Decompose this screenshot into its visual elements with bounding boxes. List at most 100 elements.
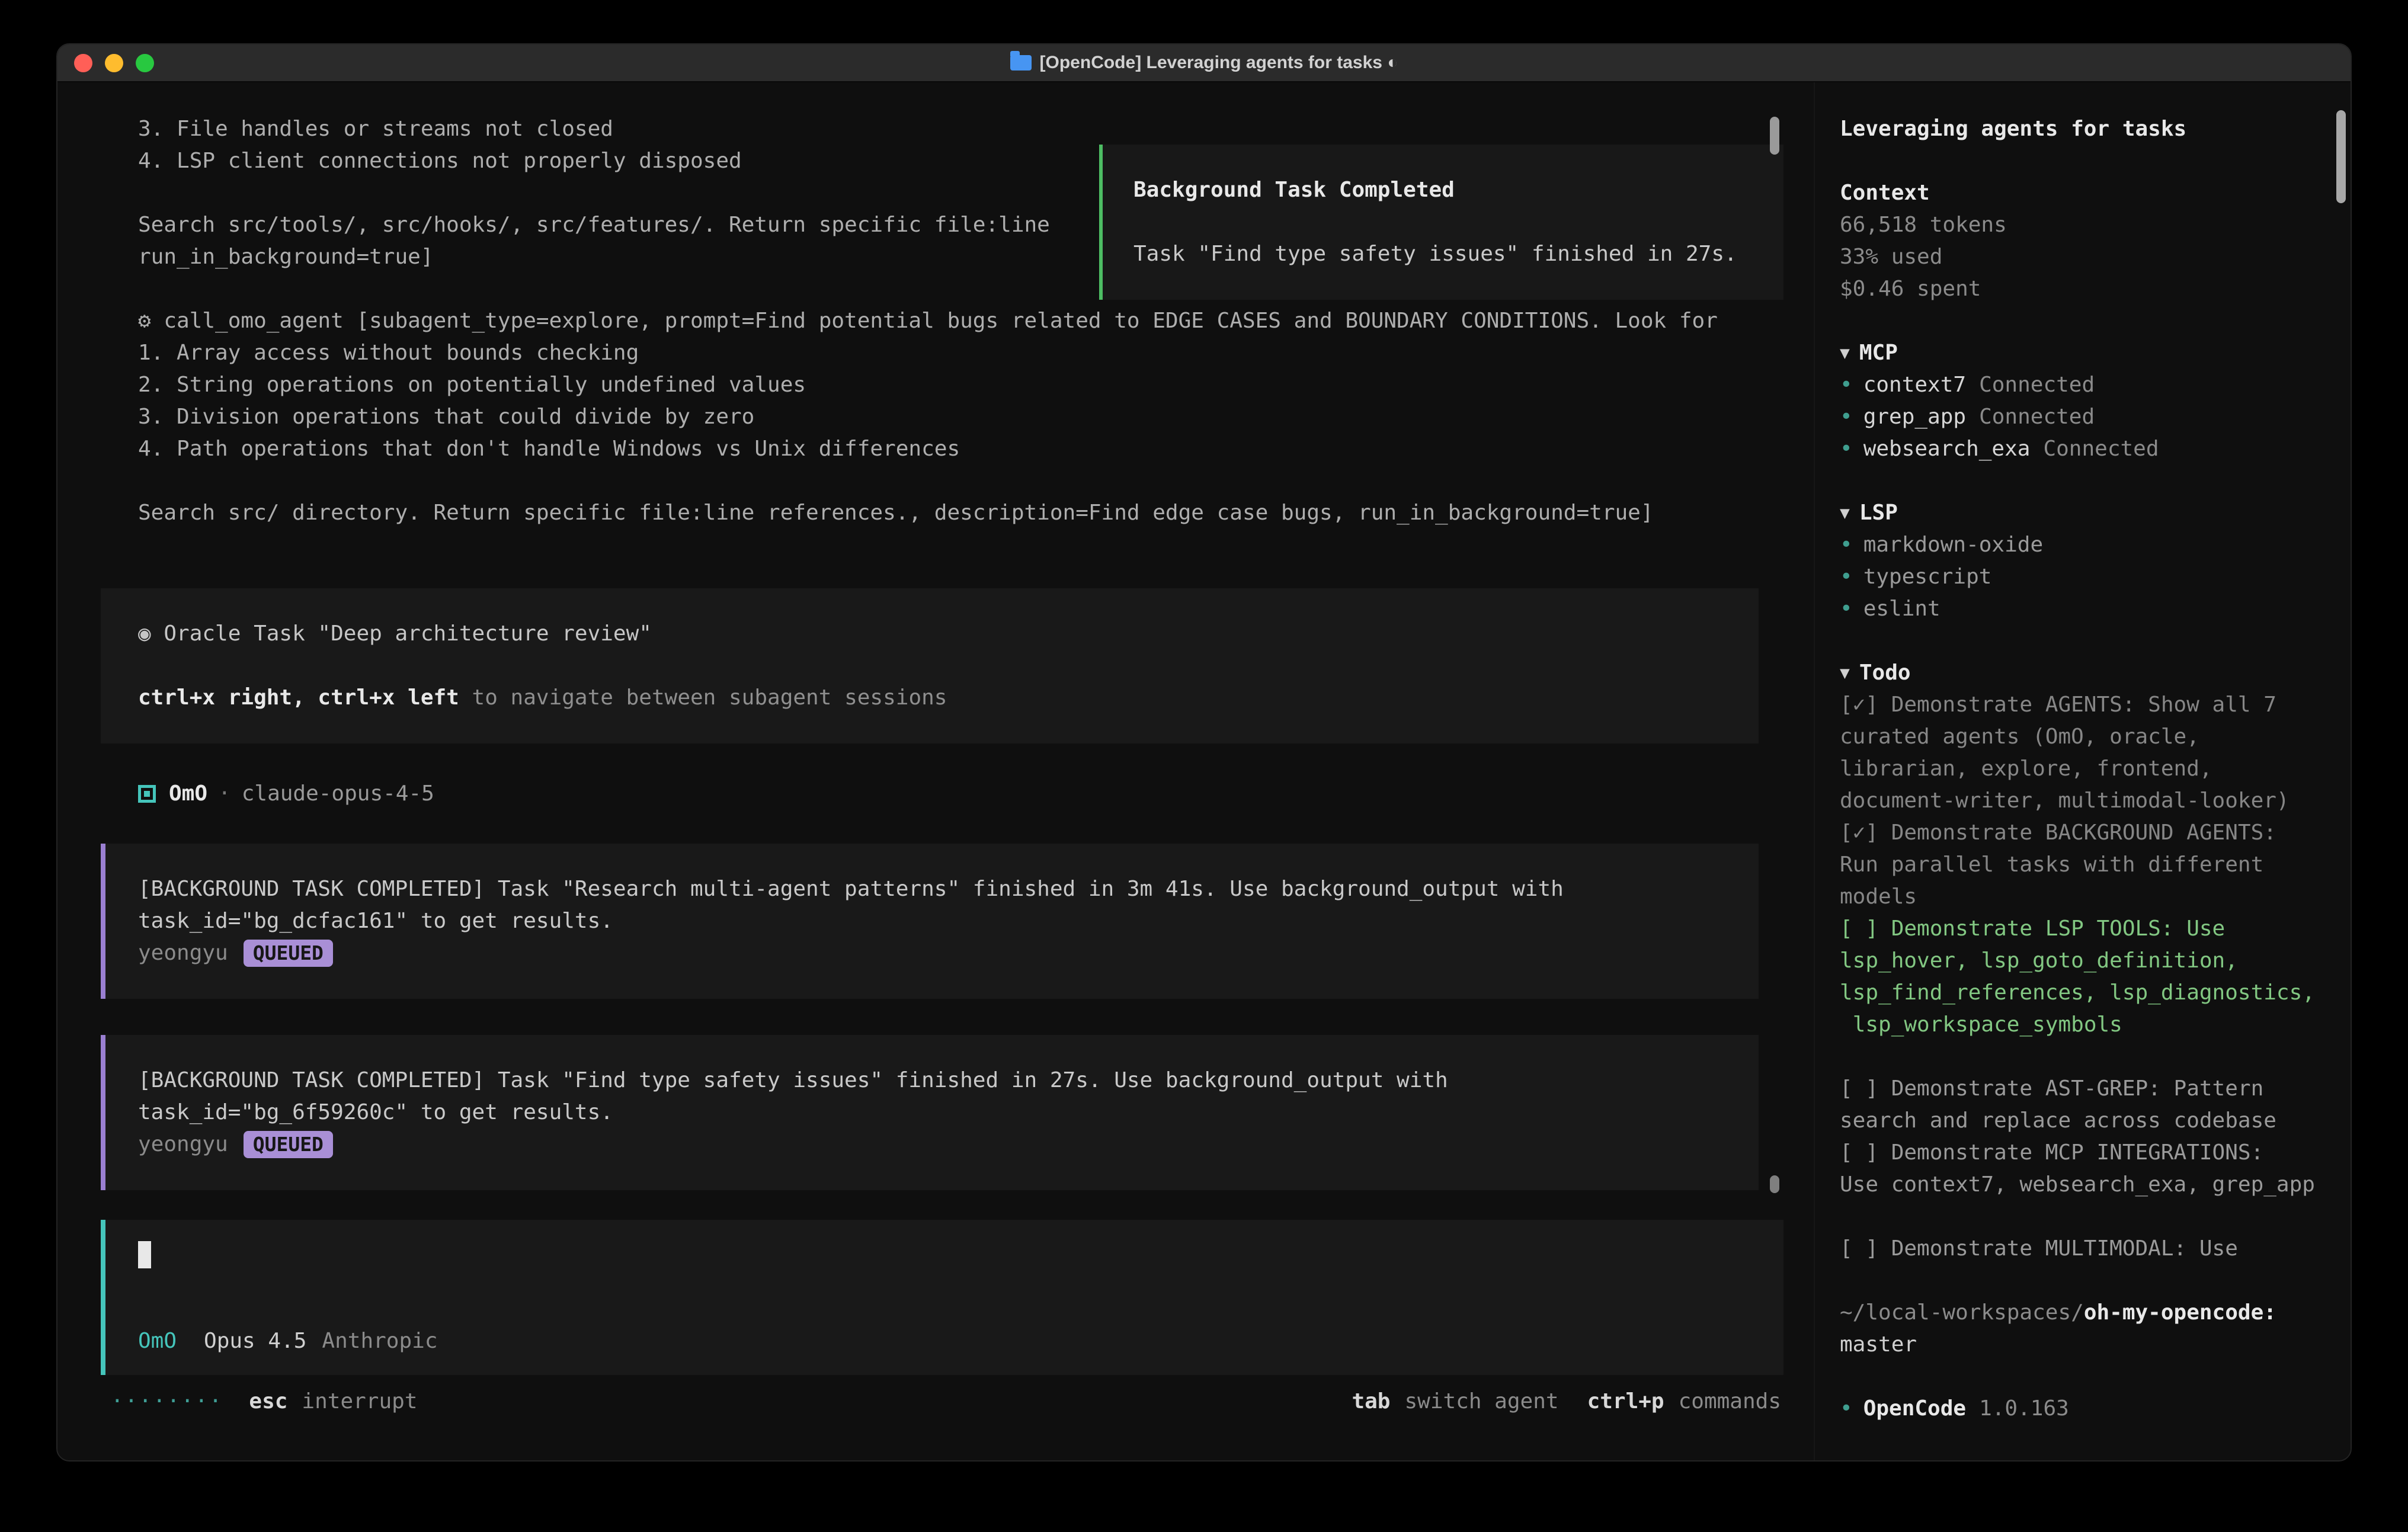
todo-section-header[interactable]: ▼ Todo — [1840, 657, 2315, 689]
workspace-repo: oh-my-opencode: — [2084, 1300, 2276, 1325]
chevron-down-icon: ▼ — [1840, 337, 1850, 369]
context-used: 33% used — [1840, 241, 2315, 273]
todo-item: [✓] Demonstrate AGENTS: Show all 7 curat… — [1840, 689, 2315, 817]
message-meta: yeongyu QUEUED — [138, 1129, 1759, 1161]
esc-key-hint: esc — [249, 1386, 287, 1418]
subagent-panel: ◉ Oracle Task "Deep architecture review"… — [101, 588, 1759, 743]
shortcut-hint-text: to navigate between subagent sessions — [459, 685, 947, 710]
status-badge: QUEUED — [244, 1131, 333, 1158]
lsp-heading: LSP — [1859, 497, 1898, 529]
message-author: yeongyu — [138, 937, 228, 969]
bullet-icon: • — [1840, 369, 1853, 401]
message-text: [BACKGROUND TASK COMPLETED] Task "Find t… — [138, 1065, 1759, 1129]
bullet-icon: • — [1840, 433, 1853, 465]
chevron-down-icon: ▼ — [1840, 657, 1850, 689]
bullet-icon: • — [1840, 561, 1853, 593]
subagent-panel-title: ◉ Oracle Task "Deep architecture review" — [138, 618, 1759, 650]
ctrlp-key-label: commands — [1679, 1386, 1781, 1418]
mcp-name: websearch_exa — [1863, 433, 2031, 465]
input-meta: OmO Opus 4.5 Anthropic — [138, 1325, 1783, 1357]
workspace-branch: master — [1840, 1332, 1917, 1357]
separator-dot: · — [218, 778, 231, 810]
toast-body: Task "Find type safety issues" finished … — [1133, 238, 1783, 270]
lsp-name: markdown-oxide — [1863, 529, 2043, 561]
bullet-icon: • — [1840, 401, 1853, 433]
lsp-item: • typescript — [1840, 561, 2315, 593]
todo-item: [ ] Demonstrate LSP TOOLS: Use lsp_hover… — [1840, 913, 2315, 1041]
lsp-section-header[interactable]: ▼ LSP — [1840, 497, 2315, 529]
status-right: tab switch agent ctrl+p commands — [1352, 1386, 1781, 1418]
todo-item: [ ] Demonstrate AST-GREP: Pattern search… — [1840, 1073, 2315, 1137]
titlebar: [OpenCode] Leveraging agents for tasks ◐ — [57, 44, 2351, 82]
input-agent-label: OmO — [138, 1325, 177, 1357]
shortcut-keys-text: ctrl+x right, ctrl+x left — [138, 685, 459, 710]
zoom-button[interactable] — [136, 54, 154, 72]
traffic-lights — [57, 54, 154, 72]
input-provider-label: Anthropic — [322, 1325, 437, 1357]
agent-model: claude-opus-4-5 — [242, 778, 434, 810]
toast-notification: Background Task Completed Task "Find typ… — [1099, 145, 1783, 300]
mcp-heading: MCP — [1859, 337, 1898, 369]
mcp-name: context7 — [1863, 369, 1966, 401]
spinner-dots: ········ — [111, 1386, 223, 1418]
mcp-status: Connected — [1979, 369, 2095, 401]
window-title-text: [OpenCode] Leveraging agents for tasks ◐ — [1040, 47, 1398, 79]
message-card: [BACKGROUND TASK COMPLETED] Task "Find t… — [101, 1035, 1759, 1190]
chevron-down-icon: ▼ — [1840, 497, 1850, 529]
status-left: ········ esc interrupt — [111, 1386, 418, 1418]
message-input[interactable]: OmO Opus 4.5 Anthropic — [101, 1220, 1783, 1375]
bullet-icon: • — [1840, 529, 1853, 561]
window-title: [OpenCode] Leveraging agents for tasks ◐ — [57, 47, 2351, 79]
chat-pane: 3. File handles or streams not closed 4.… — [57, 82, 1814, 1460]
sidebar-scrollbar-thumb[interactable] — [2336, 110, 2346, 203]
chat-log: 3. File handles or streams not closed 4.… — [57, 82, 1814, 1220]
agent-icon — [138, 785, 156, 803]
mcp-status: Connected — [1979, 401, 2095, 433]
lsp-item: • markdown-oxide — [1840, 529, 2315, 561]
message-card: [BACKGROUND TASK COMPLETED] Task "Resear… — [101, 844, 1759, 999]
app-version: • OpenCode 1.0.163 — [1840, 1393, 2315, 1425]
bullet-icon: • — [1840, 593, 1853, 625]
status-bar: ········ esc interrupt tab switch agent … — [57, 1375, 1814, 1460]
minimize-button[interactable] — [105, 54, 123, 72]
mcp-item: • grep_app Connected — [1840, 401, 2315, 433]
app-name: OpenCode — [1863, 1393, 1966, 1425]
status-badge: QUEUED — [244, 940, 333, 967]
mcp-name: grep_app — [1863, 401, 1966, 433]
ctrlp-key-hint: ctrl+p — [1587, 1386, 1664, 1418]
mcp-status: Connected — [2043, 433, 2159, 465]
lsp-name: eslint — [1863, 593, 1941, 625]
text-cursor — [138, 1241, 151, 1268]
message-text: [BACKGROUND TASK COMPLETED] Task "Resear… — [138, 873, 1759, 937]
context-spent: $0.46 spent — [1840, 273, 2315, 305]
sidebar: Leveraging agents for tasks Context 66,5… — [1814, 82, 2351, 1460]
chat-scrollbar-thumb[interactable] — [1770, 117, 1779, 155]
lsp-name: typescript — [1863, 561, 1992, 593]
tab-key-hint: tab — [1352, 1386, 1390, 1418]
input-model-label: Opus 4.5 — [204, 1325, 306, 1357]
message-author: yeongyu — [138, 1129, 228, 1161]
toast-title: Background Task Completed — [1133, 174, 1783, 206]
bullet-icon: • — [1840, 1393, 1853, 1425]
context-heading: Context — [1840, 177, 2315, 209]
mcp-item: • websearch_exa Connected — [1840, 433, 2315, 465]
mcp-section-header[interactable]: ▼ MCP — [1840, 337, 2315, 369]
message-meta: yeongyu QUEUED — [138, 937, 1759, 969]
session-title: Leveraging agents for tasks — [1840, 113, 2315, 145]
esc-key-label: interrupt — [302, 1386, 417, 1418]
close-button[interactable] — [74, 54, 92, 72]
tab-key-label: switch agent — [1404, 1386, 1558, 1418]
todo-item: [ ] Demonstrate MCP INTEGRATIONS: Use co… — [1840, 1137, 2315, 1201]
subagent-nav-hint: ctrl+x right, ctrl+x left to navigate be… — [138, 682, 1759, 714]
context-tokens: 66,518 tokens — [1840, 209, 2315, 241]
mcp-item: • context7 Connected — [1840, 369, 2315, 401]
app-version-number: 1.0.163 — [1979, 1393, 2069, 1425]
todo-heading: Todo — [1859, 657, 1911, 689]
chat-scrollbar-thumb-bottom[interactable] — [1770, 1175, 1779, 1193]
agent-header: OmO · claude-opus-4-5 — [138, 778, 1814, 810]
todo-item: [✓] Demonstrate BACKGROUND AGENTS: Run p… — [1840, 817, 2315, 913]
todo-item: [ ] Demonstrate MULTIMODAL: Use — [1840, 1233, 2315, 1265]
folder-icon — [1010, 55, 1032, 70]
agent-name: OmO — [169, 778, 207, 810]
workspace-path: ~/local-workspaces/oh-my-opencode: maste… — [1840, 1297, 2315, 1361]
